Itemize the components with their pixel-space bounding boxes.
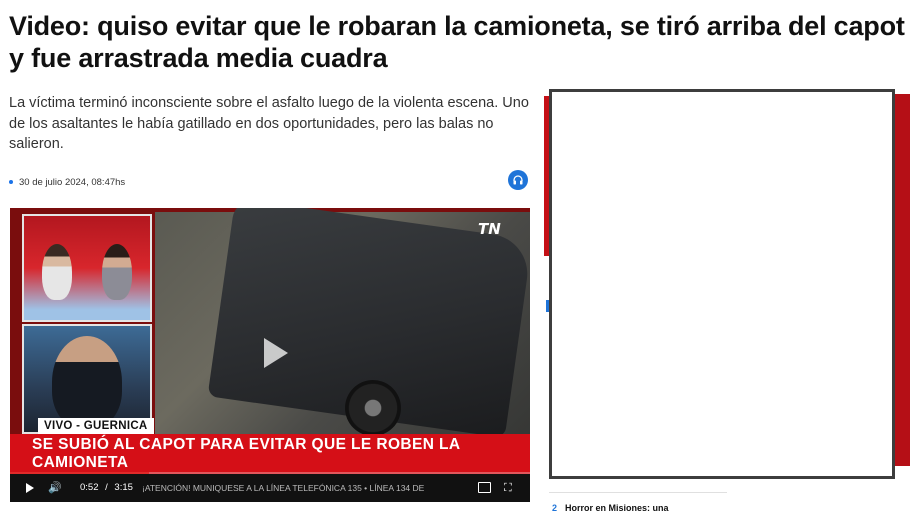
studio-pane [22, 214, 152, 322]
wheel-image [345, 380, 401, 436]
fullscreen-icon[interactable]: ⛶ [504, 482, 516, 494]
anchor-figure [42, 244, 72, 300]
banner-text: SE SUBIÓ AL CAPOT PARA EVITAR QUE LE ROB… [32, 436, 460, 471]
reporter-figure [52, 336, 122, 428]
article-meta: 30 de julio 2024, 08:47hs [9, 175, 529, 189]
news-ticker: ¡ATENCIÓN! MUNIQUESE A LA LÍNEA TELEFÓNI… [142, 483, 425, 493]
captions-icon[interactable] [478, 482, 491, 493]
headphones-icon [513, 175, 523, 185]
duration: 3:15 [114, 482, 133, 493]
video-player[interactable]: VIVO - GUERNICA TN SE SUBIÓ AL CAPOT PAR… [10, 208, 530, 502]
channel-logo: TN [478, 220, 501, 238]
article-title: Video: quiso evitar que le robaran la ca… [9, 11, 905, 73]
bullet-icon [9, 180, 13, 184]
article-date: 30 de julio 2024, 08:47hs [19, 176, 126, 188]
sidebar-accent-right [894, 94, 910, 466]
anchor-figure [102, 244, 132, 300]
sidebar-divider [549, 492, 727, 493]
article-lede: La víctima terminó inconsciente sobre el… [9, 95, 529, 152]
story-number: 2 [552, 503, 558, 511]
live-location-tag: VIVO - GUERNICA [38, 418, 154, 434]
sidebar-story-link[interactable]: 2 Horror en Misiones: una [552, 503, 722, 511]
volume-icon[interactable]: 🔊 [48, 481, 62, 495]
play-icon[interactable] [26, 483, 34, 493]
video-controls: 🔊 0:52 / 3:15 ¡ATENCIÓN! MUNIQUESE A LA … [10, 474, 530, 502]
ad-placeholder [549, 89, 895, 479]
play-overlay-icon[interactable] [264, 338, 288, 368]
time-separator: / [105, 482, 108, 493]
news-banner: SE SUBIÓ AL CAPOT PARA EVITAR QUE LE ROB… [10, 434, 530, 474]
listen-audio-button[interactable] [508, 170, 528, 190]
story-title: Horror en Misiones: una [565, 503, 669, 511]
current-time: 0:52 [80, 482, 99, 493]
time-display: 0:52 / 3:15 [80, 482, 133, 493]
